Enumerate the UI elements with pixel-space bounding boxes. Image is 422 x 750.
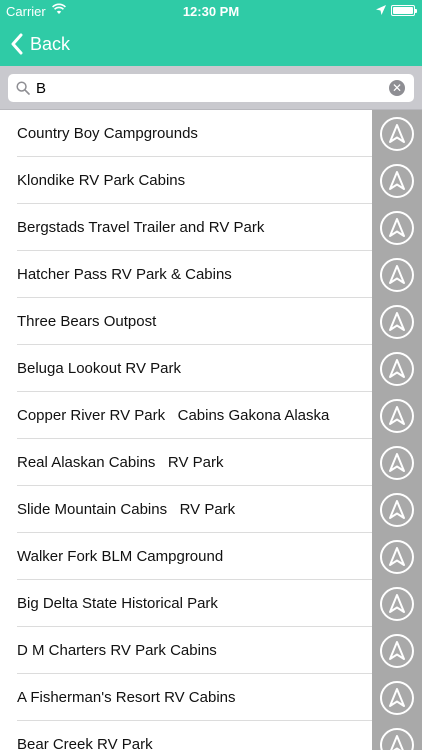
navigate-circle [380,210,414,245]
navigation-arrow-icon [389,123,405,143]
navigate-button[interactable] [372,721,422,750]
navigation-arrow-icon [389,311,405,331]
list-item[interactable]: Bear Creek RV Park [0,721,422,750]
chevron-left-icon [11,33,23,55]
list-item-label: Country Boy Campgrounds [17,125,198,142]
navigation-arrow-icon [389,170,405,190]
navigate-circle [380,304,414,339]
list-item-label: Klondike RV Park Cabins [17,172,186,189]
back-button[interactable]: Back [10,29,70,59]
list-item-label: A Fisherman's Resort RV Cabins [17,689,236,706]
navigation-arrow-icon [389,546,405,566]
clock: 12:30 PM [182,4,240,19]
list-item-label: D M Charters RV Park Cabins [17,642,217,659]
location-arrow-icon [376,5,386,15]
navigate-button[interactable] [372,674,422,721]
navigation-arrow-icon [389,734,405,750]
navigation-arrow-icon [389,687,405,707]
navigate-circle [380,633,414,668]
navigate-circle [380,727,414,750]
navigate-circle [380,398,414,433]
list-item-label: Slide Mountain Cabins RV Park [17,501,236,518]
list-item[interactable]: Three Bears Outpost [0,298,422,345]
list-item[interactable]: A Fisherman's Resort RV Cabins [0,674,422,721]
navigate-button[interactable] [372,204,422,251]
back-label: Back [30,33,71,54]
list-item-label: Copper River RV Park Cabins Gakona Alask… [17,407,330,424]
navigate-button[interactable] [372,251,422,298]
list-item-label: Three Bears Outpost [17,313,157,330]
list-item-label: Big Delta State Historical Park [17,595,218,612]
navigation-arrow-icon [389,640,405,660]
navigate-circle [380,257,414,292]
navigation-arrow-icon [389,499,405,519]
navigate-button[interactable] [372,392,422,439]
list-item-label: Beluga Lookout RV Park [17,360,181,377]
list-item-label: Hatcher Pass RV Park & Cabins [17,266,232,283]
navigation-arrow-icon [389,405,405,425]
list-item[interactable]: Klondike RV Park Cabins [0,157,422,204]
list-item-label: Bergstads Travel Trailer and RV Park [17,219,265,236]
search-bar: ✕ [0,66,422,110]
navigate-button[interactable] [372,298,422,345]
navigation-arrow-icon [389,452,405,472]
status-bar: Carrier 12:30 PM [0,0,422,22]
navigation-arrow-icon [389,358,405,378]
navigate-circle [380,586,414,621]
search-icon [16,81,30,95]
top-bar: Carrier 12:30 PM Back [0,0,422,66]
search-input[interactable] [36,74,386,102]
list-item[interactable]: Walker Fork BLM Campground [0,533,422,580]
list-item-label: Walker Fork BLM Campground [17,548,224,565]
navigate-button[interactable] [372,580,422,627]
battery-icon [391,5,417,16]
list-item[interactable]: Beluga Lookout RV Park [0,345,422,392]
navigate-button[interactable] [372,345,422,392]
navigate-button[interactable] [372,486,422,533]
list-item[interactable]: Bergstads Travel Trailer and RV Park [0,204,422,251]
navigate-button[interactable] [372,439,422,486]
navigation-arrow-icon [389,593,405,613]
navigate-button[interactable] [372,110,422,157]
navigation-arrow-icon [389,264,405,284]
navigate-circle [380,116,414,151]
navigate-button[interactable] [372,627,422,674]
navigate-circle [380,445,414,480]
list-item[interactable]: Slide Mountain Cabins RV Park [0,486,422,533]
list-item[interactable]: Real Alaskan Cabins RV Park [0,439,422,486]
navigation-arrow-icon [389,217,405,237]
list-item[interactable]: D M Charters RV Park Cabins [0,627,422,674]
list-item[interactable]: Hatcher Pass RV Park & Cabins [0,251,422,298]
search-field[interactable]: ✕ [8,74,414,102]
list-item[interactable]: Country Boy Campgrounds [0,110,422,157]
navigate-circle [380,492,414,527]
navigate-button[interactable] [372,157,422,204]
clear-search-button[interactable]: ✕ [389,80,405,96]
navigate-circle [380,351,414,386]
navigate-circle [380,680,414,715]
navigate-button[interactable] [372,533,422,580]
list-item-label: Bear Creek RV Park [17,736,153,750]
navigate-circle [380,539,414,574]
results-list: Country Boy Campgrounds Klondike RV Park … [0,110,422,750]
list-item-label: Real Alaskan Cabins RV Park [17,454,224,471]
navigate-circle [380,163,414,198]
list-item[interactable]: Big Delta State Historical Park [0,580,422,627]
list-item[interactable]: Copper River RV Park Cabins Gakona Alask… [0,392,422,439]
